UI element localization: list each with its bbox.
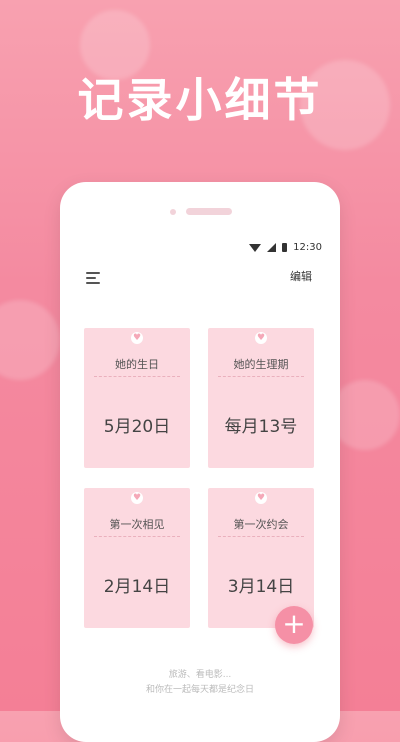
footer-line-1: 旅游、看电影... xyxy=(168,670,232,680)
anniversary-card[interactable]: ♥ 她的生理期 每月13号 xyxy=(208,328,314,468)
footer-text: 旅游、看电影... 和你在一起每天都是纪念日 xyxy=(72,668,328,698)
card-divider xyxy=(218,536,304,537)
heart-icon: ♥ xyxy=(131,332,143,344)
menu-icon[interactable] xyxy=(86,272,102,284)
background-bokeh xyxy=(330,380,400,450)
edit-button[interactable]: 编辑 xyxy=(290,268,312,284)
anniversary-card[interactable]: ♥ 第一次相见 2月14日 xyxy=(84,488,190,628)
background-bokeh xyxy=(0,300,60,380)
card-label: 第一次相见 xyxy=(109,518,165,531)
card-label: 第一次约会 xyxy=(233,518,289,531)
card-date: 3月14日 xyxy=(227,577,295,597)
battery-icon xyxy=(282,243,288,252)
heart-icon: ♥ xyxy=(131,492,143,504)
phone-camera xyxy=(170,209,176,215)
card-divider xyxy=(94,376,180,377)
headline: 记录小细节 xyxy=(77,73,323,127)
card-date: 5月20日 xyxy=(103,417,171,437)
card-date: 每月13号 xyxy=(224,417,298,437)
phone-mockup: 12:30 编辑 ♥ 她的生日 5月20日 ♥ 她的生理期 每月13号 ♥ 第一… xyxy=(60,182,340,742)
signal-icon xyxy=(267,243,277,252)
add-button[interactable]: + xyxy=(275,606,313,644)
heart-icon: ♥ xyxy=(255,492,267,504)
footer-line-2: 和你在一起每天都是纪念日 xyxy=(145,685,254,695)
anniversary-card[interactable]: ♥ 她的生日 5月20日 xyxy=(84,328,190,468)
app-screen: 12:30 编辑 ♥ 她的生日 5月20日 ♥ 她的生理期 每月13号 ♥ 第一… xyxy=(72,236,328,736)
card-label: 她的生日 xyxy=(115,358,159,371)
card-date: 2月14日 xyxy=(103,577,171,597)
wifi-icon xyxy=(249,243,262,252)
heart-icon: ♥ xyxy=(255,332,267,344)
status-time: 12:30 xyxy=(293,242,322,253)
card-divider xyxy=(218,376,304,377)
phone-speaker xyxy=(186,208,232,215)
status-bar: 12:30 xyxy=(249,242,322,253)
card-divider xyxy=(94,536,180,537)
card-label: 她的生理期 xyxy=(233,358,289,371)
